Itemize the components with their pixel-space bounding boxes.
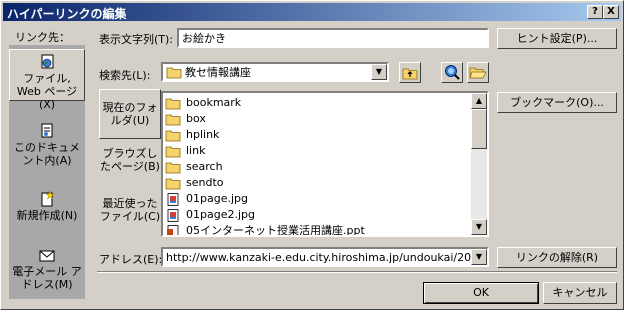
list-item[interactable]: sendto	[165, 175, 224, 191]
folder-icon	[165, 162, 181, 173]
list-item[interactable]: search	[165, 159, 223, 175]
display-text-field[interactable]: お絵かき	[177, 28, 489, 48]
file-name: 05インターネット授業活用講座.ppt	[186, 224, 365, 237]
search-in-value: 教セ情報講座	[185, 66, 251, 79]
email-icon	[39, 250, 55, 262]
file-name: link	[186, 144, 206, 157]
list-item[interactable]: 05インターネット授業活用講座.ppt	[165, 223, 365, 237]
link-to-sidebar: ファイル, Web ページ(X) このドキュメント内(A) 新規作成(N) 電子…	[9, 45, 85, 299]
separator	[97, 271, 617, 273]
window-title: ハイパーリンクの編集	[7, 7, 127, 21]
sidebar-item-label: このドキュメント内(A)	[14, 141, 80, 167]
sidebar-item-email[interactable]: 電子メール アドレス(M)	[9, 247, 85, 293]
list-item[interactable]: box	[165, 111, 206, 127]
list-item[interactable]: link	[165, 143, 205, 159]
file-name: search	[186, 160, 223, 173]
folder-icon	[165, 114, 181, 125]
address-value: http://www.kanzaki-e.edu.city.hiroshima.…	[166, 251, 489, 264]
file-name: box	[186, 112, 206, 125]
file-name: hplink	[186, 128, 220, 141]
sidebar-item-file-web[interactable]: ファイル, Web ページ(X)	[9, 49, 85, 111]
sidebar-item-label: ファイル, Web ページ(X)	[16, 72, 78, 111]
dialog-window: ハイパーリンクの編集 ? X リンク先： ファイル, Web ページ(X) この…	[0, 0, 624, 310]
document-page-icon	[41, 123, 53, 138]
title-bar[interactable]: ハイパーリンクの編集 ? X	[3, 3, 621, 21]
sidebar-item-label: 電子メール アドレス(M)	[12, 265, 82, 291]
tab-recent-files[interactable]: 最近使ったファイル(C)	[99, 197, 161, 231]
remove-link-button[interactable]: リンクの解除(R)	[497, 247, 617, 268]
scroll-down-button[interactable]: ▼	[471, 219, 487, 235]
sidebar-item-new-document[interactable]: 新規作成(N)	[9, 191, 85, 225]
folder-icon	[165, 178, 181, 189]
address-field[interactable]: http://www.kanzaki-e.edu.city.hiroshima.…	[161, 247, 489, 267]
help-button[interactable]: ?	[587, 5, 603, 19]
up-one-folder-button[interactable]	[399, 62, 421, 83]
file-name: 01page2.jpg	[186, 208, 255, 221]
browse-tabs: 現在のフォルダ(U) ブラウズしたページ(B) 最近使ったファイル(C)	[99, 89, 161, 239]
chevron-down-icon[interactable]: ▼	[471, 249, 487, 265]
globe-page-icon	[41, 54, 54, 69]
list-item[interactable]: 01page.jpg	[165, 191, 248, 207]
sidebar-item-this-document[interactable]: このドキュメント内(A)	[9, 123, 85, 169]
display-text-label: 表示文字列(T):	[99, 33, 174, 46]
scroll-thumb[interactable]	[471, 109, 487, 149]
folder-up-icon	[402, 68, 418, 80]
vertical-scrollbar[interactable]: ▲ ▼	[471, 93, 487, 235]
file-name: 01page.jpg	[186, 192, 248, 205]
image-file-icon	[167, 192, 179, 206]
open-folder-icon	[469, 67, 487, 79]
search-in-label: 検索先(L):	[99, 69, 151, 82]
tab-browsed-pages[interactable]: ブラウズしたページ(B)	[99, 147, 161, 181]
file-name: sendto	[186, 176, 224, 189]
file-list[interactable]: bookmark box hplink link search sendto 01page.…	[161, 91, 489, 237]
search-in-dropdown[interactable]: 教セ情報講座 ▼	[161, 62, 389, 82]
file-name: bookmark	[186, 96, 242, 109]
folder-icon	[165, 146, 181, 157]
list-item[interactable]: 01page2.jpg	[165, 207, 255, 223]
folder-icon	[165, 98, 181, 109]
list-item[interactable]: bookmark	[165, 95, 241, 111]
close-button[interactable]: X	[603, 5, 619, 19]
web-search-icon	[445, 65, 460, 80]
cancel-button[interactable]: キャンセル	[543, 282, 617, 304]
tab-current-folder[interactable]: 現在のフォルダ(U)	[99, 89, 161, 139]
list-item[interactable]: hplink	[165, 127, 219, 143]
sidebar-item-label: 新規作成(N)	[16, 209, 78, 222]
image-file-icon	[167, 208, 179, 222]
ok-button[interactable]: OK	[423, 282, 539, 304]
bookmark-button[interactable]: ブックマーク(O)...	[497, 92, 617, 113]
powerpoint-file-icon	[167, 224, 179, 235]
hint-button[interactable]: ヒント設定(P)...	[497, 28, 617, 49]
folder-icon	[166, 67, 182, 79]
browse-file-button[interactable]	[467, 62, 489, 83]
new-document-icon	[41, 191, 55, 207]
browse-web-button[interactable]	[441, 62, 463, 83]
address-label: アドレス(E):	[99, 253, 163, 266]
folder-icon	[165, 130, 181, 141]
scroll-up-button[interactable]: ▲	[471, 93, 487, 109]
chevron-down-icon[interactable]: ▼	[371, 64, 387, 80]
link-to-label: リンク先：	[15, 31, 70, 44]
